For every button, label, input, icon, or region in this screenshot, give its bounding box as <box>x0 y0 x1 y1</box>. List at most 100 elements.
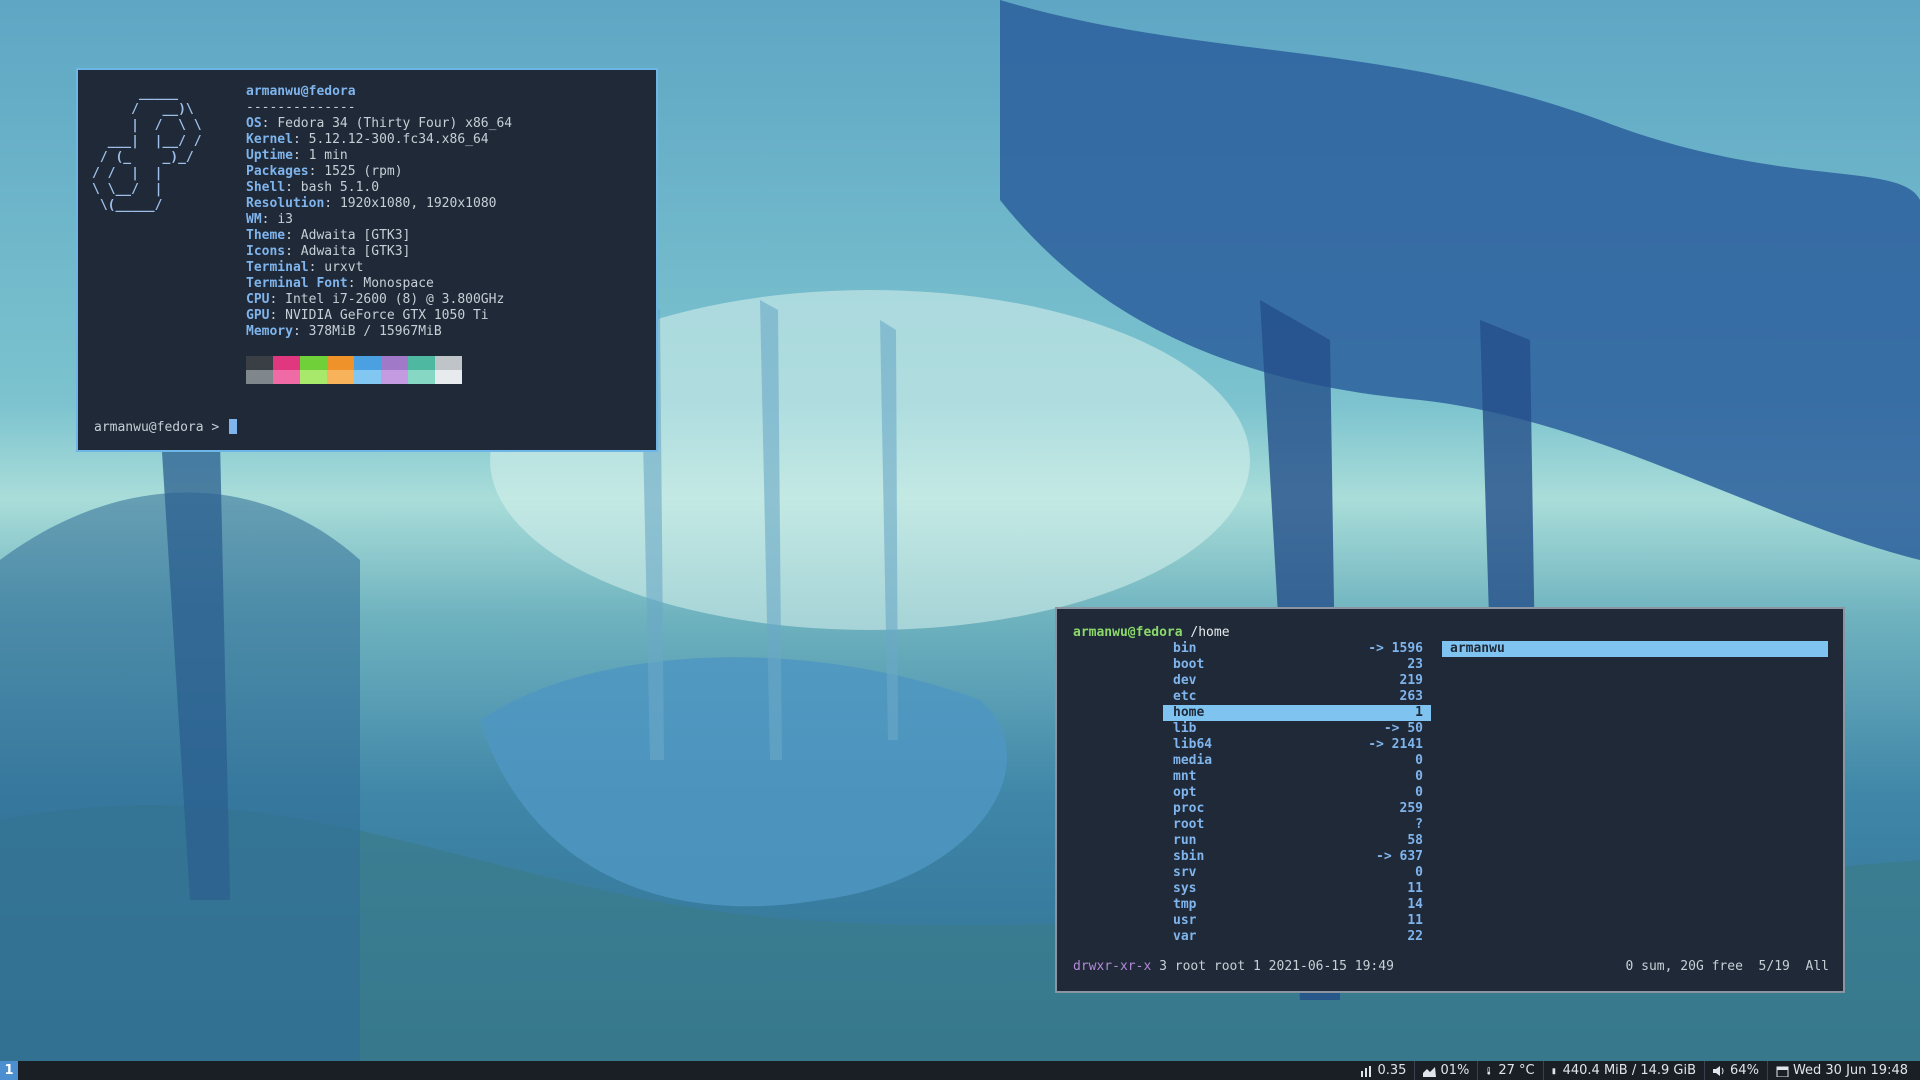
directory-entry[interactable]: root? <box>1163 817 1431 833</box>
fedora-ascii-logo: _____ / __)\ | / \ \ ___| |__/ / / (_ _)… <box>92 86 202 213</box>
directory-entry[interactable]: proc 259 <box>1163 801 1431 817</box>
entry-count: 0 <box>1415 753 1423 768</box>
info-value: 378MiB / 15967MiB <box>308 324 442 339</box>
workspace-button[interactable]: 1 <box>0 1061 18 1080</box>
info-row: WM: i3 <box>246 212 293 227</box>
shell-prompt[interactable]: armanwu@fedora > <box>94 419 238 436</box>
info-value: bash 5.1.0 <box>300 180 380 195</box>
entry-count: 11 <box>1407 881 1423 896</box>
directory-entry[interactable]: run 58 <box>1163 833 1431 849</box>
directory-entry[interactable]: lib -> 50 <box>1163 721 1431 737</box>
entry-name: media <box>1173 753 1213 768</box>
info-value: urxvt <box>324 260 364 275</box>
info-value: 5.12.12-300.fc34.x86_64 <box>308 132 489 147</box>
cpu-block[interactable]: 01% <box>1414 1061 1477 1080</box>
directory-entry[interactable]: boot 23 <box>1163 657 1431 673</box>
preview-item[interactable]: armanwu <box>1442 641 1828 657</box>
info-row: Memory: 378MiB / 15967MiB <box>246 324 442 339</box>
info-row: Theme: Adwaita [GTK3] <box>246 228 411 243</box>
info-key: Memory <box>246 324 293 339</box>
info-value: Adwaita [GTK3] <box>300 244 411 259</box>
directory-entry[interactable]: etc 263 <box>1163 689 1431 705</box>
directory-entry[interactable]: media 0 <box>1163 753 1431 769</box>
entry-name: opt <box>1173 785 1197 800</box>
info-key: Uptime <box>246 148 293 163</box>
system-info: armanwu@fedora -------------- OS: Fedora… <box>246 84 512 340</box>
info-key: GPU <box>246 308 270 323</box>
entry-count: 1 <box>1415 705 1423 720</box>
entry-name: mnt <box>1173 769 1197 784</box>
info-value: i3 <box>277 212 293 227</box>
directory-entry[interactable]: tmp 14 <box>1163 897 1431 913</box>
ranger-status-bar: drwxr-xr-x 3 root root 1 2021-06-15 19:4… <box>1073 959 1829 975</box>
entry-name: sys <box>1173 881 1197 896</box>
entry-count: -> 637 <box>1376 849 1423 864</box>
directory-entry[interactable]: var 22 <box>1163 929 1431 945</box>
info-row: Uptime: 1 min <box>246 148 348 163</box>
directory-entry[interactable]: lib64 -> 2141 <box>1163 737 1431 753</box>
volume-value: 64% <box>1730 1063 1759 1078</box>
info-row: GPU: NVIDIA GeForce GTX 1050 Ti <box>246 308 489 323</box>
directory-entry[interactable]: srv 0 <box>1163 865 1431 881</box>
color-palette <box>246 356 462 384</box>
palette-swatch <box>327 370 354 384</box>
info-key: Kernel <box>246 132 293 147</box>
chart-icon <box>1361 1065 1372 1077</box>
entry-count: 0 <box>1415 769 1423 784</box>
palette-swatch <box>300 356 327 370</box>
load-block[interactable]: 0.35 <box>1352 1061 1414 1080</box>
status-bar: 1 0.35 01% 27 °C 440.4 MiB / 14.9 GiB 64… <box>0 1061 1920 1080</box>
directory-entry[interactable]: opt 0 <box>1163 785 1431 801</box>
battery-icon <box>1552 1067 1555 1074</box>
info-row: Terminal Font: Monospace <box>246 276 434 291</box>
entry-name: bin <box>1173 641 1197 656</box>
info-value: Monospace <box>363 276 434 291</box>
entry-name: tmp <box>1173 897 1197 912</box>
palette-swatch <box>435 356 462 370</box>
directory-entry[interactable]: bin -> 1596 <box>1163 641 1431 657</box>
ranger-file-manager-window[interactable]: armanwu@fedora /home bin -> 1596 boot 23 dev… <box>1055 607 1845 993</box>
user-host: armanwu@fedora <box>246 84 356 99</box>
info-key: Resolution <box>246 196 325 211</box>
palette-swatch <box>408 370 435 384</box>
volume-block[interactable]: 64% <box>1704 1061 1767 1080</box>
entry-name: boot <box>1173 657 1205 672</box>
entry-count: 11 <box>1407 913 1423 928</box>
area-chart-icon <box>1423 1066 1437 1077</box>
info-key: Terminal <box>246 260 309 275</box>
palette-swatch <box>327 356 354 370</box>
datetime-value: Wed 30 Jun 19:48 <box>1792 1063 1908 1078</box>
preview-item-label: armanwu <box>1450 641 1505 656</box>
directory-entry[interactable]: mnt 0 <box>1163 769 1431 785</box>
palette-swatch <box>246 370 273 384</box>
neofetch-terminal-window[interactable]: _____ / __)\ | / \ \ ___| |__/ / / (_ _)… <box>76 68 658 452</box>
text-cursor <box>229 419 238 434</box>
directory-list[interactable]: bin -> 1596 boot 23 dev 219 etc 263 home 1 lib -> 5… <box>1163 641 1431 945</box>
palette-swatch <box>381 356 408 370</box>
info-row: CPU: Intel i7-2600 (8) @ 3.800GHz <box>246 292 505 307</box>
calendar-icon <box>1776 1066 1789 1077</box>
file-meta: 3 root root 1 2021-06-15 19:49 <box>1151 959 1394 974</box>
speaker-icon <box>1713 1065 1724 1076</box>
ranger-user-host: armanwu@fedora <box>1073 625 1183 640</box>
datetime-block[interactable]: Wed 30 Jun 19:48 <box>1766 1061 1916 1080</box>
entry-name: run <box>1173 833 1197 848</box>
memory-block[interactable]: 440.4 MiB / 14.9 GiB <box>1542 1061 1704 1080</box>
entry-count: 22 <box>1407 929 1423 944</box>
palette-swatch <box>273 356 300 370</box>
entry-count: 219 <box>1399 673 1423 688</box>
entry-name: sbin <box>1173 849 1205 864</box>
temperature-block[interactable]: 27 °C <box>1477 1061 1542 1080</box>
directory-entry[interactable]: dev 219 <box>1163 673 1431 689</box>
directory-entry[interactable]: sys 11 <box>1163 881 1431 897</box>
entry-count: 259 <box>1399 801 1423 816</box>
entry-name: dev <box>1173 673 1197 688</box>
palette-swatch <box>354 370 381 384</box>
cpu-value: 01% <box>1440 1063 1470 1078</box>
info-row: Icons: Adwaita [GTK3] <box>246 244 411 259</box>
directory-entry[interactable]: usr 11 <box>1163 913 1431 929</box>
directory-entry[interactable]: home 1 <box>1163 705 1431 721</box>
entry-count: 14 <box>1407 897 1423 912</box>
directory-entry[interactable]: sbin -> 637 <box>1163 849 1431 865</box>
palette-swatch <box>246 356 273 370</box>
